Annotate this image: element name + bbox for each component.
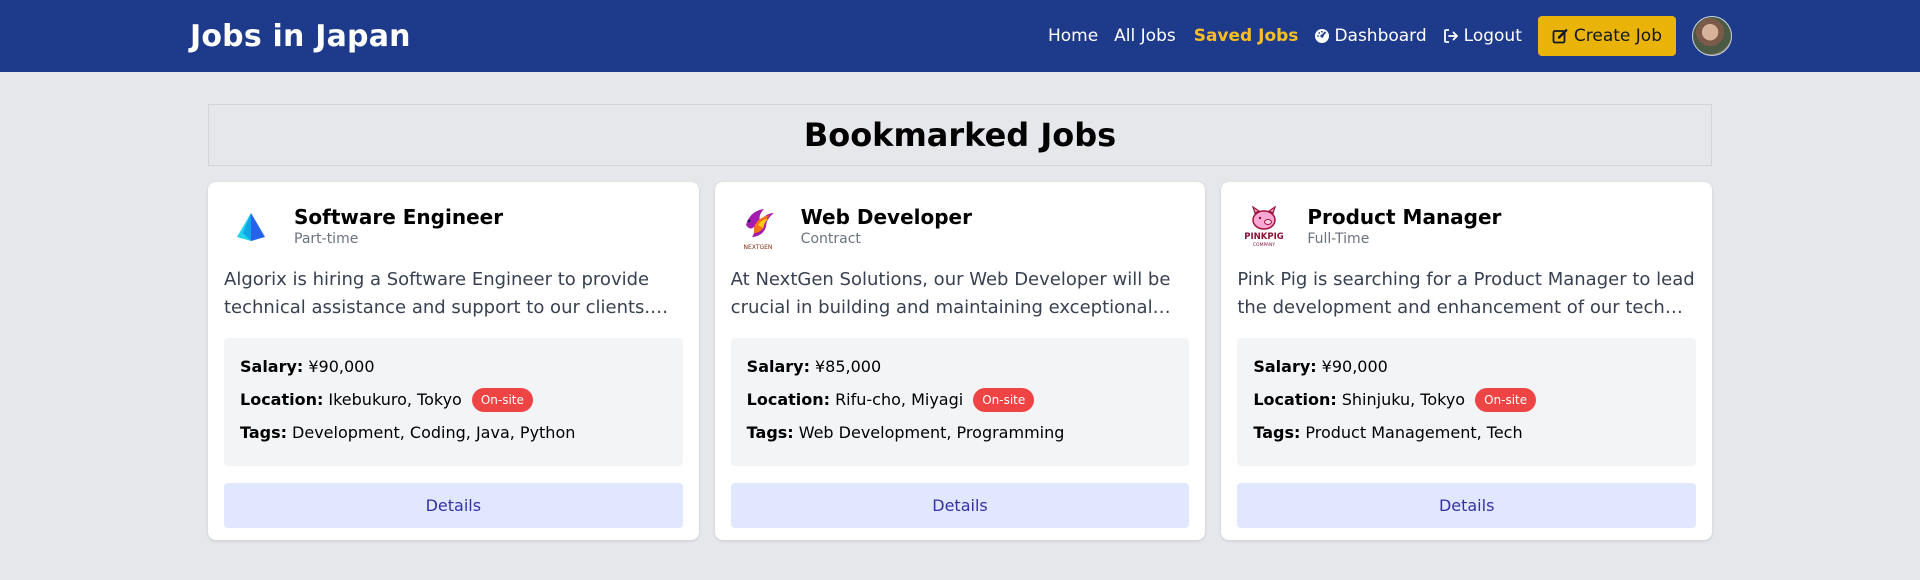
page-header: Bookmarked Jobs bbox=[208, 104, 1712, 166]
location-value: Ikebukuro, Tokyo bbox=[328, 390, 462, 409]
salary-label: Salary: bbox=[746, 357, 810, 376]
onsite-badge: On-site bbox=[471, 388, 533, 412]
pinkpig-logo-icon: PINKPIG COMPANY bbox=[1237, 200, 1291, 254]
nav-logout-link[interactable]: Logout bbox=[1443, 26, 1522, 46]
salary-label: Salary: bbox=[240, 357, 304, 376]
job-card-header: NEXTGEN Web Developer Contract bbox=[731, 198, 1190, 256]
job-info-box: Salary: ¥90,000 Location: Ikebukuro, Tok… bbox=[224, 338, 683, 466]
nextgen-logo-text: NEXTGEN bbox=[743, 244, 772, 251]
gauge-icon bbox=[1314, 28, 1330, 44]
tags-label: Tags: bbox=[240, 423, 288, 442]
nav-all-jobs-link[interactable]: All Jobs bbox=[1114, 26, 1176, 46]
nav-dashboard-link[interactable]: Dashboard bbox=[1314, 26, 1427, 46]
location-label: Location: bbox=[240, 390, 324, 409]
details-button[interactable]: Details bbox=[1237, 483, 1697, 528]
tags-value: Product Management, Tech bbox=[1305, 423, 1523, 442]
job-card-header: Software Engineer Part-time bbox=[224, 198, 683, 256]
algorix-logo-icon bbox=[224, 200, 278, 254]
user-avatar[interactable] bbox=[1692, 16, 1732, 56]
salary-row: Salary: ¥90,000 bbox=[240, 356, 667, 378]
details-button[interactable]: Details bbox=[730, 483, 1190, 528]
brand-title[interactable]: Jobs in Japan bbox=[190, 19, 411, 54]
location-row: Location: Ikebukuro, Tokyo On-site bbox=[240, 388, 667, 412]
nextgen-logo-icon: NEXTGEN bbox=[731, 200, 785, 254]
location-row: Location: Rifu-cho, Miyagi On-site bbox=[747, 388, 1174, 412]
job-title[interactable]: Web Developer bbox=[801, 205, 972, 229]
tags-row: Tags: Development, Coding, Java, Python bbox=[240, 422, 667, 444]
tags-value: Development, Coding, Java, Python bbox=[292, 423, 576, 442]
pinkpig-logo-text: PINKPIG bbox=[1245, 232, 1284, 242]
salary-row: Salary: ¥90,000 bbox=[1253, 356, 1680, 378]
salary-label: Salary: bbox=[1253, 357, 1317, 376]
edit-icon bbox=[1552, 28, 1568, 44]
page-title: Bookmarked Jobs bbox=[803, 116, 1117, 154]
create-job-label: Create Job bbox=[1573, 26, 1662, 46]
job-cards: Software Engineer Part-time Algorix is h… bbox=[208, 182, 1713, 540]
tags-row: Tags: Product Management, Tech bbox=[1253, 422, 1680, 444]
job-card: PINKPIG COMPANY Product Manager Full-Tim… bbox=[1221, 182, 1713, 540]
top-navbar: Jobs in Japan Home All Jobs Saved Jobs D… bbox=[0, 0, 1920, 72]
onsite-badge: On-site bbox=[1475, 388, 1537, 412]
nav-saved-jobs-link[interactable]: Saved Jobs bbox=[1194, 26, 1299, 46]
job-title[interactable]: Software Engineer bbox=[294, 205, 503, 229]
job-info-box: Salary: ¥85,000 Location: Rifu-cho, Miya… bbox=[730, 338, 1190, 466]
salary-value: ¥90,000 bbox=[1321, 357, 1388, 376]
job-card: Software Engineer Part-time Algorix is h… bbox=[208, 182, 699, 540]
job-type: Part-time bbox=[294, 231, 359, 247]
tags-row: Tags: Web Development, Programming bbox=[747, 422, 1174, 444]
pinkpig-logo-subtext: COMPANY bbox=[1253, 242, 1275, 248]
salary-value: ¥90,000 bbox=[308, 357, 375, 376]
job-card-header: PINKPIG COMPANY Product Manager Full-Tim… bbox=[1237, 198, 1696, 256]
nav-logout-label: Logout bbox=[1463, 26, 1522, 46]
location-value: Shinjuku, Tokyo bbox=[1341, 390, 1466, 409]
onsite-badge: On-site bbox=[973, 388, 1035, 412]
nav-home-link[interactable]: Home bbox=[1048, 26, 1098, 46]
job-description: Algorix is hiring a Software Engineer to… bbox=[224, 269, 651, 318]
location-value: Rifu-cho, Miyagi bbox=[835, 390, 964, 409]
job-type: Contract bbox=[800, 231, 861, 247]
logout-icon bbox=[1443, 28, 1460, 44]
tags-value: Web Development, Programming bbox=[798, 423, 1065, 442]
job-title[interactable]: Product Manager bbox=[1307, 205, 1501, 229]
salary-value: ¥85,000 bbox=[815, 357, 882, 376]
create-job-button[interactable]: Create Job bbox=[1537, 16, 1676, 56]
location-label: Location: bbox=[1253, 390, 1337, 409]
job-description: Pink Pig is searching for a Product Mana… bbox=[1237, 269, 1695, 318]
job-type: Full-Time bbox=[1307, 231, 1370, 247]
location-row: Location: Shinjuku, Tokyo On-site bbox=[1253, 388, 1680, 412]
job-description: At NextGen Solutions, our Web Developer … bbox=[730, 269, 1171, 318]
tags-label: Tags: bbox=[1253, 423, 1301, 442]
location-label: Location: bbox=[746, 390, 831, 409]
main-content: Bookmarked Jobs Software Engineer Part-t… bbox=[208, 104, 1713, 540]
job-info-box: Salary: ¥90,000 Location: Shinjuku, Toky… bbox=[1237, 338, 1697, 466]
job-card: NEXTGEN Web Developer Contract At NextGe… bbox=[714, 182, 1206, 540]
tags-label: Tags: bbox=[746, 423, 794, 442]
details-button[interactable]: Details bbox=[224, 483, 683, 528]
nav-dashboard-label: Dashboard bbox=[1334, 26, 1427, 46]
nav-links: Home All Jobs Saved Jobs Dashboard Logou… bbox=[1032, 16, 1732, 56]
salary-row: Salary: ¥85,000 bbox=[747, 356, 1174, 378]
